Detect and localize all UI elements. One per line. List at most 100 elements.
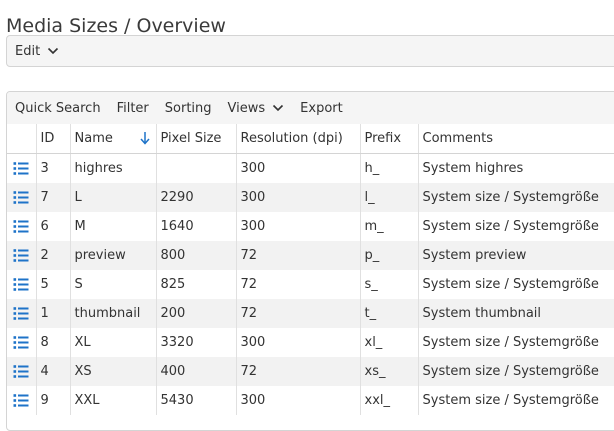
cell-id: 7: [35, 183, 70, 212]
cell-pixel-size: 800: [155, 241, 236, 270]
list-icon[interactable]: [13, 394, 29, 407]
table-row[interactable]: 2 preview 800 72 p_ System preview: [7, 241, 614, 270]
column-header-prefix[interactable]: Prefix: [359, 124, 418, 154]
cell-comments: System size / Systemgröße: [417, 212, 614, 241]
table-row[interactable]: 5 S 825 72 s_ System size / Systemgröße: [7, 270, 614, 299]
table-row[interactable]: 4 XS 400 72 xs_ System size / Systemgröße: [7, 357, 614, 386]
cell-prefix: xs_: [359, 357, 418, 386]
cell-pixel-size: 1640: [155, 212, 236, 241]
list-icon[interactable]: [13, 278, 29, 291]
cell-resolution: 300: [235, 328, 360, 357]
cell-resolution: 72: [235, 299, 360, 328]
cell-prefix: p_: [359, 241, 418, 270]
cell-id: 2: [35, 241, 70, 270]
row-actions-cell[interactable]: [7, 154, 36, 184]
cell-comments: System size / Systemgröße: [417, 357, 614, 386]
column-header-resolution[interactable]: Resolution (dpi): [235, 124, 360, 154]
column-header-actions: [7, 124, 36, 154]
row-actions-cell[interactable]: [7, 386, 36, 415]
list-icon[interactable]: [13, 365, 29, 378]
column-header-name-label: Name: [74, 131, 113, 146]
page-title: Media Sizes / Overview: [6, 14, 226, 37]
cell-prefix: t_: [359, 299, 418, 328]
table-header-row: ID Name Pixel Size Resolution (dpi) Pref…: [7, 124, 614, 154]
cell-id: 5: [35, 270, 70, 299]
cell-pixel-size: 200: [155, 299, 236, 328]
cell-id: 6: [35, 212, 70, 241]
cell-prefix: xl_: [359, 328, 418, 357]
list-icon[interactable]: [13, 162, 29, 175]
media-sizes-table: ID Name Pixel Size Resolution (dpi) Pref…: [7, 124, 614, 415]
list-icon[interactable]: [13, 307, 29, 320]
edit-menu-bar: Edit: [6, 35, 614, 67]
quick-search-button[interactable]: Quick Search: [15, 101, 101, 116]
cell-resolution: 300: [235, 386, 360, 415]
chevron-down-icon: [48, 47, 59, 55]
cell-resolution: 300: [235, 183, 360, 212]
row-actions-cell[interactable]: [7, 212, 36, 241]
cell-comments: System size / Systemgröße: [417, 183, 614, 212]
row-actions-cell[interactable]: [7, 270, 36, 299]
table-row[interactable]: 6 M 1640 300 m_ System size / Systemgröße: [7, 212, 614, 241]
media-sizes-table-panel: Quick Search Filter Sorting Views Export…: [6, 91, 614, 431]
row-actions-cell[interactable]: [7, 183, 36, 212]
views-label: Views: [227, 100, 266, 116]
table-row[interactable]: 8 XL 3320 300 xl_ System size / Systemgröße: [7, 328, 614, 357]
cell-prefix: h_: [359, 153, 418, 183]
cell-pixel-size: 2290: [155, 183, 236, 212]
cell-id: 8: [35, 328, 70, 357]
cell-name: XS: [69, 357, 156, 386]
column-header-name[interactable]: Name: [69, 124, 156, 154]
export-button[interactable]: Export: [300, 101, 343, 116]
cell-name: L: [69, 183, 156, 212]
cell-resolution: 72: [235, 270, 360, 299]
cell-prefix: m_: [359, 212, 418, 241]
cell-name: M: [69, 212, 156, 241]
list-icon[interactable]: [13, 191, 29, 204]
row-actions-cell[interactable]: [7, 299, 36, 328]
cell-resolution: 300: [235, 153, 360, 183]
filter-button[interactable]: Filter: [117, 101, 149, 116]
cell-resolution: 300: [235, 212, 360, 241]
cell-name: thumbnail: [69, 299, 156, 328]
sorting-button[interactable]: Sorting: [165, 101, 212, 116]
cell-comments: System size / Systemgröße: [417, 328, 614, 357]
sort-arrow-down-icon: [139, 132, 150, 145]
cell-resolution: 72: [235, 357, 360, 386]
cell-name: XL: [69, 328, 156, 357]
edit-menu-button[interactable]: Edit: [15, 36, 59, 66]
row-actions-cell[interactable]: [7, 357, 36, 386]
chevron-down-icon: [273, 104, 284, 112]
cell-comments: System thumbnail: [417, 299, 614, 328]
table-row[interactable]: 7 L 2290 300 l_ System size / Systemgröße: [7, 183, 614, 212]
list-icon[interactable]: [13, 336, 29, 349]
column-header-comments[interactable]: Comments: [417, 124, 614, 154]
cell-name: highres: [69, 153, 156, 183]
cell-resolution: 72: [235, 241, 360, 270]
cell-id: 9: [35, 386, 70, 415]
row-actions-cell[interactable]: [7, 328, 36, 357]
cell-comments: System size / Systemgröße: [417, 386, 614, 415]
cell-name: S: [69, 270, 156, 299]
cell-pixel-size: [155, 153, 236, 183]
list-icon[interactable]: [13, 220, 29, 233]
column-header-pixel-size[interactable]: Pixel Size: [155, 124, 236, 154]
cell-pixel-size: 400: [155, 357, 236, 386]
views-dropdown[interactable]: Views: [228, 101, 285, 116]
cell-pixel-size: 3320: [155, 328, 236, 357]
table-body: 3 highres 300 h_ System highres 7 L 2290 300 l_ Sy…: [7, 153, 614, 415]
cell-pixel-size: 825: [155, 270, 236, 299]
cell-comments: System preview: [417, 241, 614, 270]
row-actions-cell[interactable]: [7, 241, 36, 270]
table-row[interactable]: 3 highres 300 h_ System highres: [7, 153, 614, 184]
list-icon[interactable]: [13, 249, 29, 262]
cell-comments: System size / Systemgröße: [417, 270, 614, 299]
cell-comments: System highres: [417, 153, 614, 183]
table-row[interactable]: 9 XXL 5430 300 xxl_ System size / Systemgröße: [7, 386, 614, 415]
cell-id: 3: [35, 153, 70, 183]
table-row[interactable]: 1 thumbnail 200 72 t_ System thumbnail: [7, 299, 614, 328]
edit-menu-label: Edit: [15, 43, 41, 59]
cell-name: XXL: [69, 386, 156, 415]
table-toolbar: Quick Search Filter Sorting Views Export: [7, 92, 614, 125]
column-header-id[interactable]: ID: [35, 124, 70, 154]
